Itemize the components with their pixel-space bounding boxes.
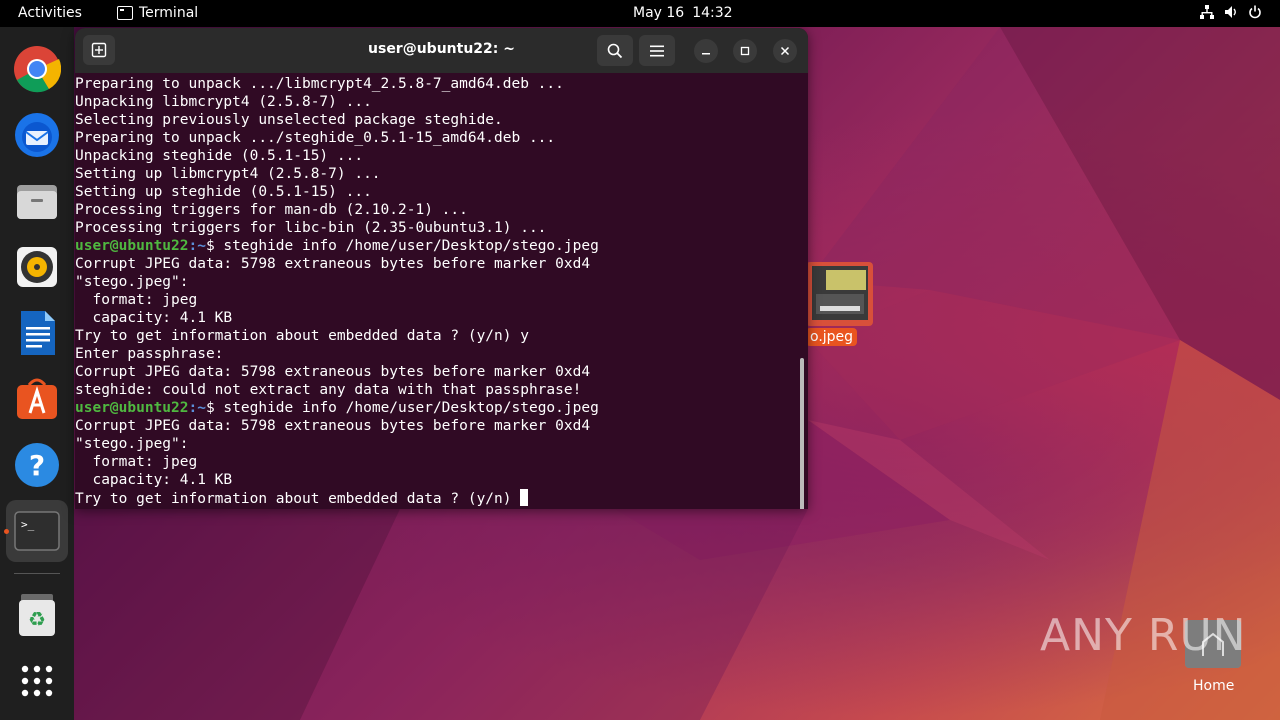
minimize-button[interactable] — [694, 39, 718, 63]
top-bar: Activities Terminal May 16 14:32 — [0, 0, 1280, 27]
clock-time: 14:32 — [692, 5, 733, 21]
terminal-line: steghide: could not extract any data wit… — [75, 382, 582, 398]
dock-item-app-center[interactable] — [12, 374, 62, 424]
text-cursor — [520, 489, 529, 506]
watermark-text: ANY RUN — [1040, 610, 1247, 661]
terminal-line: Corrupt JPEG data: 5798 extraneous bytes… — [75, 256, 591, 272]
terminal-line: capacity: 4.1 KB — [75, 472, 233, 488]
activities-button[interactable]: Activities — [18, 5, 82, 21]
dock: ? >_ ♻ — [0, 27, 74, 720]
running-indicator — [4, 529, 9, 534]
terminal-line: Setting up libmcrypt4 (2.5.8-7) ... — [75, 166, 381, 182]
thunderbird-icon — [15, 113, 59, 157]
dock-item-rhythmbox[interactable] — [12, 242, 62, 292]
anyrun-watermark: ANY RUN — [1040, 610, 1247, 661]
search-button[interactable] — [597, 35, 633, 66]
trash-icon: ♻ — [19, 594, 55, 636]
terminal-line: "stego.jpeg": — [75, 436, 189, 452]
svg-text:♻: ♻ — [28, 607, 46, 631]
system-tray[interactable] — [1200, 5, 1262, 19]
maximize-icon — [740, 46, 750, 56]
terminal-line: Processing triggers for man-db (2.10.2-1… — [75, 202, 468, 218]
prompt-path: :~ — [188, 238, 206, 254]
dock-item-chrome[interactable] — [12, 44, 62, 94]
dock-item-terminal[interactable]: >_ — [6, 500, 68, 562]
terminal-line: format: jpeg — [75, 454, 198, 470]
terminal-line: capacity: 4.1 KB — [75, 310, 233, 326]
hamburger-icon — [650, 45, 664, 56]
terminal-line: format: jpeg — [75, 292, 198, 308]
dock-item-help[interactable]: ? — [12, 440, 62, 490]
svg-text:?: ? — [29, 449, 45, 482]
terminal-line: Try to get information about embedded da… — [75, 328, 529, 344]
close-icon — [780, 46, 790, 56]
terminal-line: Setting up steghide (0.5.1-15) ... — [75, 184, 372, 200]
terminal-output[interactable]: Preparing to unpack .../libmcrypt4_2.5.8… — [75, 73, 808, 509]
search-icon — [607, 43, 623, 58]
command-text: $ steghide info /home/user/Desktop/stego… — [205, 238, 599, 254]
hamburger-menu-button[interactable] — [639, 35, 675, 66]
desktop-file-stego-jpeg[interactable] — [806, 262, 873, 326]
terminal-titlebar[interactable]: user@ubuntu22: ~ — [75, 28, 808, 73]
svg-text:>_: >_ — [21, 518, 35, 531]
close-button[interactable] — [773, 39, 797, 63]
dock-item-writer[interactable] — [12, 308, 62, 358]
power-icon — [1249, 5, 1261, 19]
terminal-line: Corrupt JPEG data: 5798 extraneous bytes… — [75, 364, 591, 380]
dock-separator — [14, 573, 60, 574]
dock-item-trash[interactable]: ♻ — [12, 589, 62, 639]
terminal-line: Corrupt JPEG data: 5798 extraneous bytes… — [75, 418, 591, 434]
terminal-icon: >_ — [14, 511, 60, 551]
command-text: $ steghide info /home/user/Desktop/stego… — [205, 400, 599, 416]
volume-icon — [1225, 6, 1236, 18]
rhythmbox-icon — [17, 247, 57, 287]
terminal-line: Unpacking libmcrypt4 (2.5.8-7) ... — [75, 94, 372, 110]
terminal-command-line: user@ubuntu22:~$ steghide info /home/use… — [75, 237, 808, 255]
prompt-path: :~ — [188, 400, 206, 416]
desktop-file-label[interactable]: o.jpeg — [806, 328, 858, 346]
terminal-scrollbar[interactable] — [800, 358, 804, 509]
dock-item-show-apps[interactable] — [12, 656, 62, 706]
dock-item-thunderbird[interactable] — [12, 110, 62, 160]
image-thumbnail — [812, 266, 868, 320]
app-center-icon — [17, 378, 57, 419]
maximize-button[interactable] — [733, 39, 757, 63]
terminal-line: Selecting previously unselected package … — [75, 112, 503, 128]
prompt-user: user@ubuntu22 — [75, 400, 189, 416]
network-icon — [1200, 5, 1214, 19]
terminal-app-icon — [117, 6, 133, 20]
clock[interactable]: May 16 14:32 — [633, 5, 733, 21]
libreoffice-writer-icon — [21, 311, 55, 355]
terminal-line: Preparing to unpack .../libmcrypt4_2.5.8… — [75, 76, 564, 92]
app-menu[interactable]: Terminal — [117, 5, 198, 21]
minimize-icon — [702, 53, 710, 55]
show-apps-icon — [21, 665, 53, 697]
terminal-line: Preparing to unpack .../steghide_0.5.1-1… — [75, 130, 556, 146]
terminal-command-line: user@ubuntu22:~$ steghide info /home/use… — [75, 399, 808, 417]
app-menu-label: Terminal — [139, 5, 199, 21]
terminal-line: Enter passphrase: — [75, 346, 224, 362]
prompt-question: Try to get information about embedded da… — [75, 491, 521, 507]
prompt-user: user@ubuntu22 — [75, 238, 189, 254]
terminal-line: Processing triggers for libc-bin (2.35-0… — [75, 220, 547, 236]
help-icon: ? — [15, 443, 59, 487]
terminal-line: "stego.jpeg": — [75, 274, 189, 290]
desktop-home-label[interactable]: Home — [1193, 678, 1234, 694]
terminal-line: Unpacking steghide (0.5.1-15) ... — [75, 148, 364, 164]
terminal-window[interactable]: user@ubuntu22: ~ Preparing to unpack ...… — [75, 28, 808, 509]
clock-date: May 16 — [633, 5, 685, 21]
files-icon — [17, 185, 57, 219]
terminal-input-line[interactable]: Try to get information about embedded da… — [75, 489, 808, 507]
dock-item-files[interactable] — [12, 176, 62, 226]
chrome-icon — [14, 46, 61, 93]
